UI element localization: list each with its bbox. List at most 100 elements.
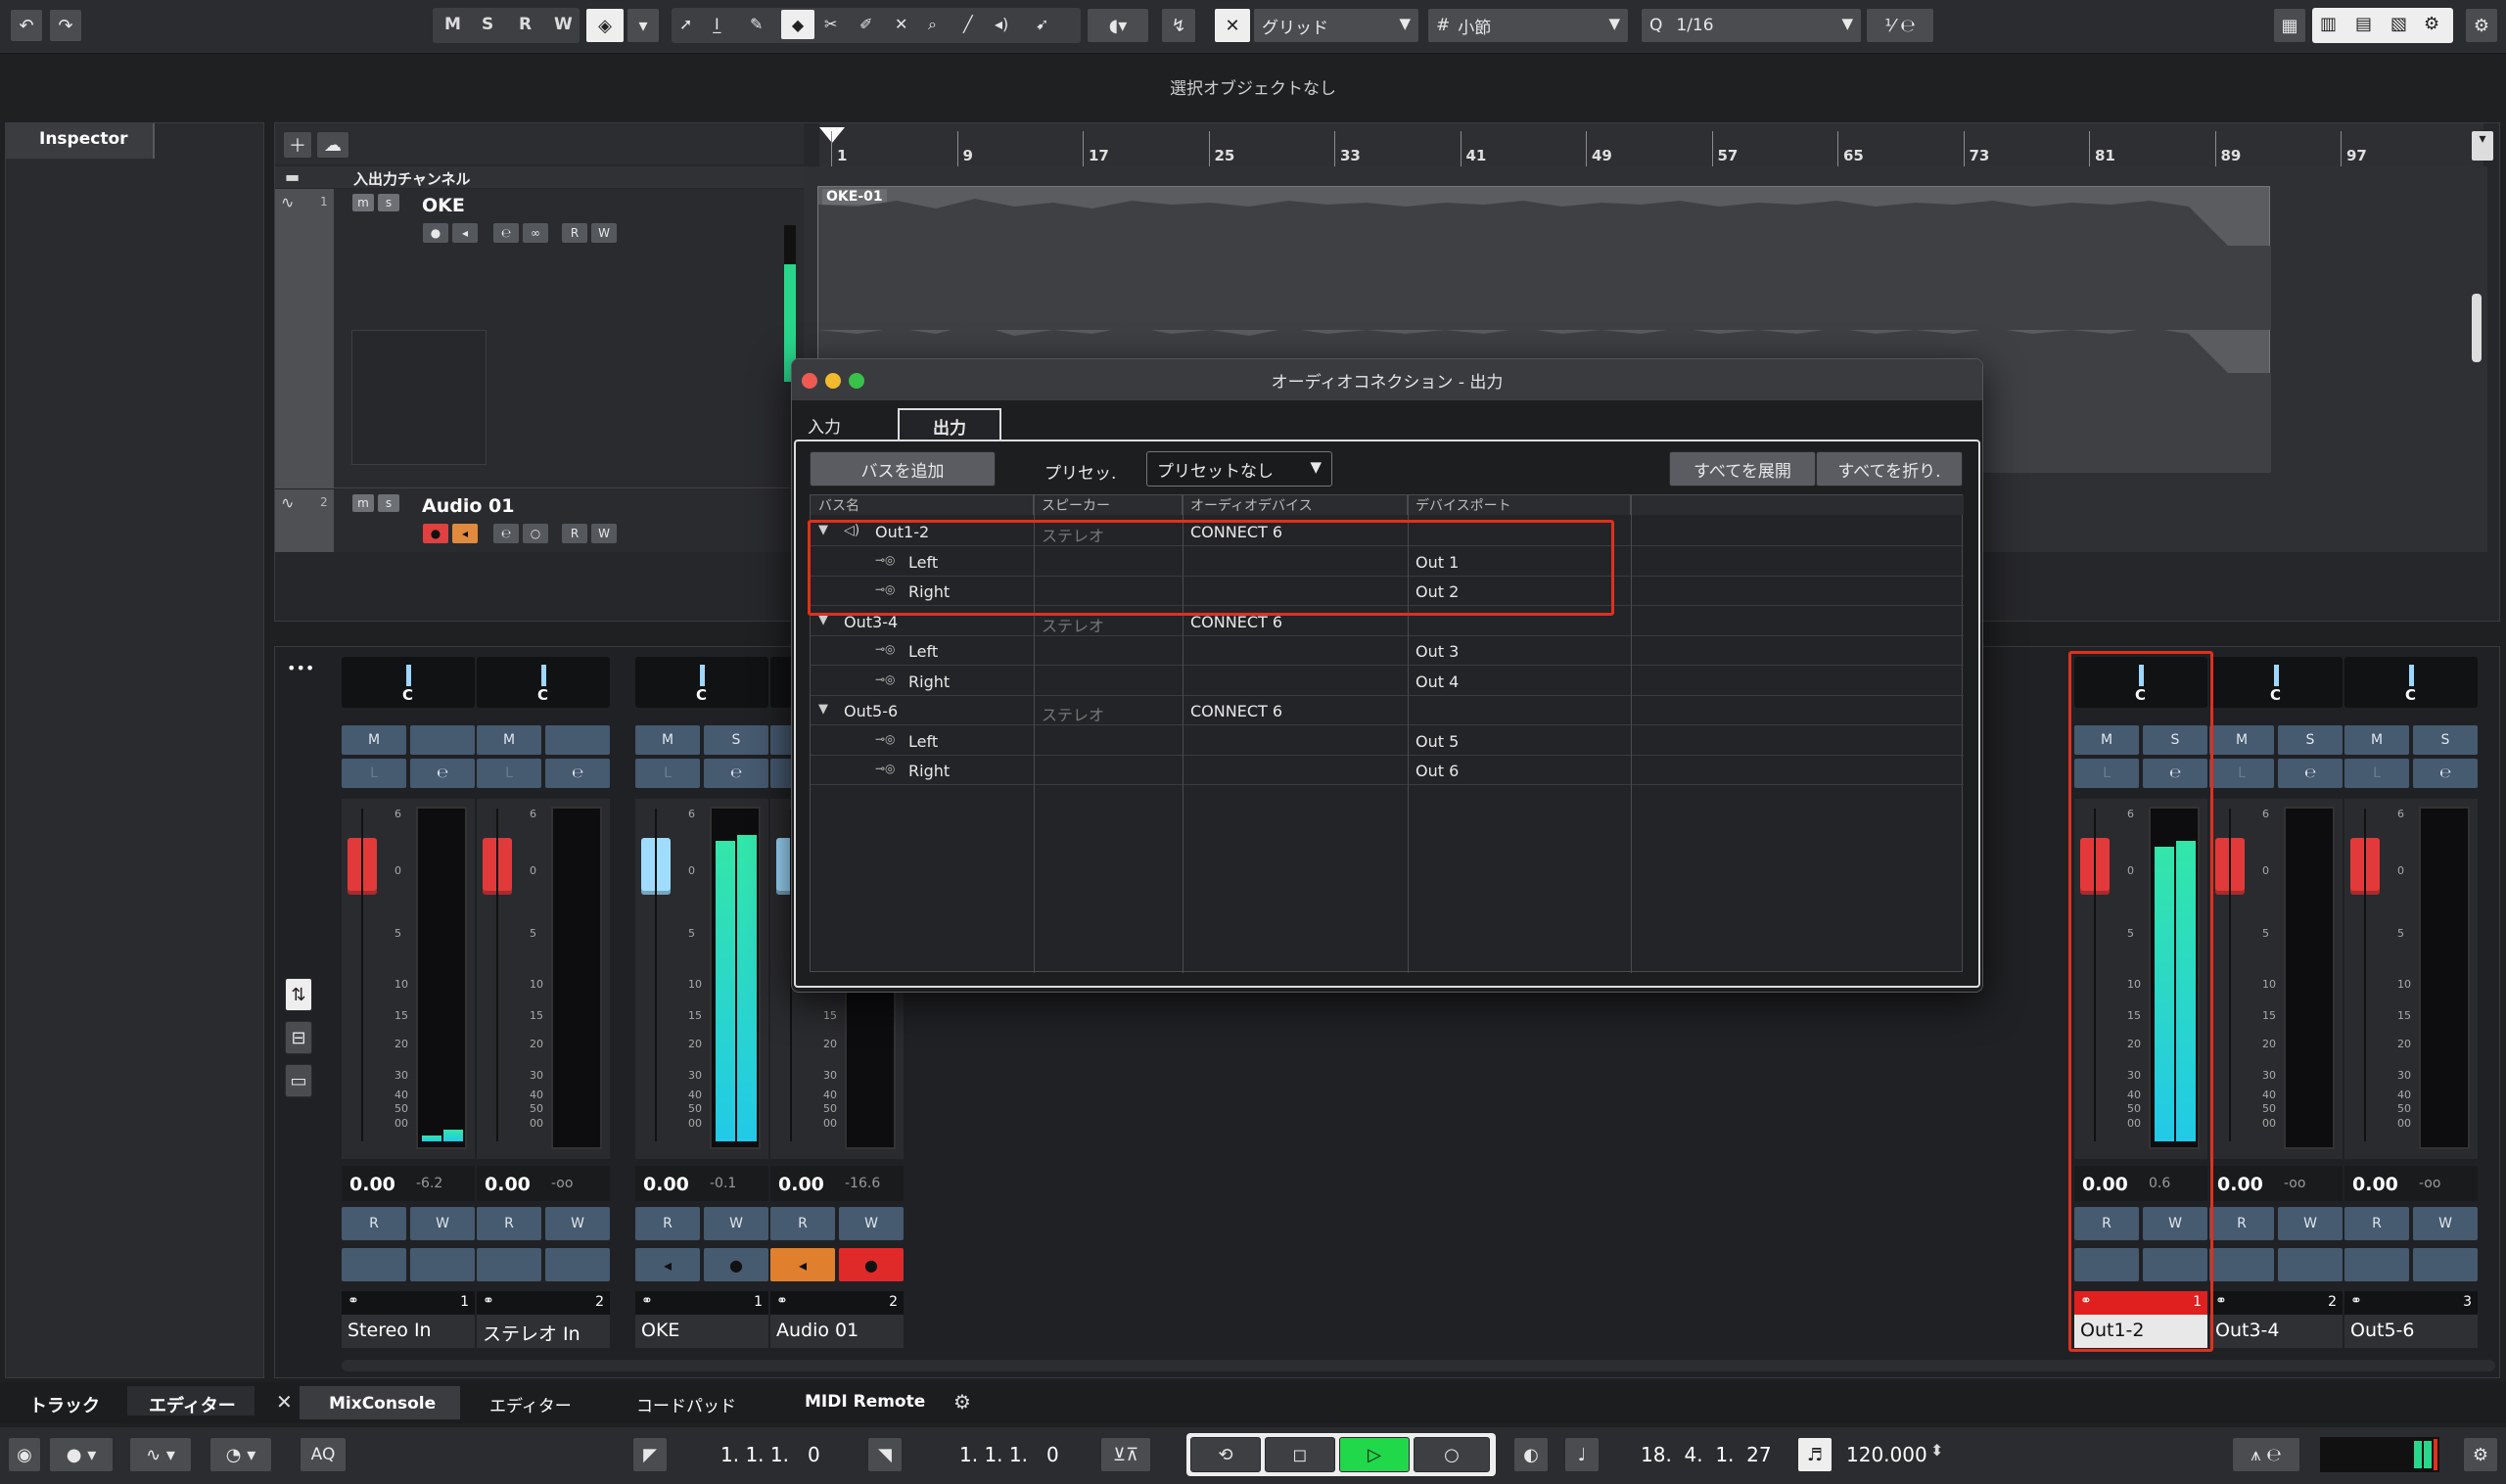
track-header-audio01[interactable]: ∿ 2 m s Audio 01 ● ◂ ℮ ○ R W — [275, 489, 804, 552]
tab-input[interactable]: 入力 — [796, 408, 853, 441]
volume-value[interactable]: 0.00 — [643, 1174, 689, 1195]
volume-value[interactable]: 0.00 — [2352, 1174, 2398, 1195]
channel-name[interactable]: Out3-4 — [2209, 1315, 2343, 1348]
peak-value[interactable]: -oo — [2284, 1176, 2305, 1191]
timeline-ruler[interactable]: 1 9 17 25 33 41 49 57 65 73 81 89 97 — [819, 123, 2483, 166]
write-button[interactable]: W — [590, 523, 618, 544]
bus-row[interactable]: ▼ Out3-4 ステレオ CONNECT 6 — [811, 607, 1964, 636]
mute-button[interactable]: M — [2074, 725, 2139, 755]
record-button[interactable]: ○ — [1414, 1437, 1490, 1472]
calendar-icon[interactable]: ▦ — [2273, 8, 2306, 43]
expand-triangle-icon[interactable]: ▼ — [818, 523, 828, 537]
metronome-icon[interactable]: ⩚ ℮ — [2232, 1437, 2300, 1472]
listen-button[interactable]: L — [2344, 759, 2409, 788]
zoom-tool-icon[interactable]: ⌕ — [928, 15, 937, 34]
edit-channel-icon[interactable]: ℮ — [545, 759, 610, 788]
glue-tool-icon[interactable]: ✐ — [859, 15, 872, 33]
zoom-button[interactable] — [849, 373, 864, 389]
mute-button[interactable]: M — [635, 725, 700, 755]
window-settings-icon[interactable]: ⚙ — [2424, 14, 2439, 34]
listen-button[interactable]: L — [2074, 759, 2139, 788]
mute-tool-icon[interactable]: ✕ — [895, 15, 907, 33]
pan-control[interactable]: C — [2209, 657, 2343, 708]
write-automation-button[interactable]: W — [2413, 1207, 2478, 1240]
sync-icon[interactable]: ◐ — [1513, 1437, 1549, 1472]
autoscroll-dropdown[interactable]: ▾ — [626, 8, 660, 43]
tempo-track-icon[interactable]: ♬ — [1797, 1437, 1833, 1472]
color-tool-icon[interactable]: ➹ — [1036, 15, 1048, 33]
channel-row[interactable]: ⊸◎ Right Out 4 — [811, 667, 1964, 696]
write-automation-button[interactable]: W — [704, 1207, 768, 1240]
channel-name[interactable]: Stereo In — [342, 1315, 475, 1348]
peak-value[interactable]: -16.6 — [845, 1176, 880, 1191]
solo-button[interactable]: S — [2278, 725, 2343, 755]
peak-value[interactable]: -oo — [2419, 1176, 2440, 1191]
left-locator-icon[interactable]: ◤ — [632, 1437, 668, 1472]
edit-channel-button[interactable]: ℮ — [492, 523, 520, 544]
solo-all-button[interactable]: S — [482, 15, 493, 34]
tab-chord-pads[interactable]: コードパッド — [636, 1392, 736, 1416]
solo-button[interactable]: S — [704, 725, 768, 755]
right-locator-icon[interactable]: ◥ — [867, 1437, 903, 1472]
record-enable-button[interactable] — [2278, 1248, 2343, 1281]
quantize-select[interactable]: Q 1/16 ▼ — [1641, 8, 1862, 43]
monitor-button[interactable] — [2074, 1248, 2139, 1281]
range-select-tool-icon[interactable]: I̲ — [715, 15, 719, 33]
grid-type-select[interactable]: # 小節 ▼ — [1427, 8, 1629, 43]
record-enable-button[interactable]: ● — [422, 222, 449, 244]
edit-channel-icon[interactable]: ℮ — [704, 759, 768, 788]
read-automation-button[interactable]: R — [2074, 1207, 2139, 1240]
play-button[interactable]: ▷ — [1339, 1437, 1410, 1472]
inspector-tab[interactable]: Inspector — [6, 123, 155, 159]
chat-tool-button[interactable]: ◖▾ — [1087, 8, 1149, 43]
folder-track-header[interactable]: ▬ 入出力チャンネル — [275, 166, 804, 188]
gear-icon[interactable]: ⚙ — [2465, 8, 2498, 43]
mute-button[interactable]: M — [342, 725, 406, 755]
monitor-button[interactable]: ◂ — [451, 222, 479, 244]
write-automation-button[interactable]: W — [839, 1207, 904, 1240]
volume-value[interactable]: 0.00 — [349, 1174, 395, 1195]
column-header-device-port[interactable]: デバイスポート — [1408, 495, 1631, 515]
cycle-button[interactable]: ⟲ — [1190, 1437, 1261, 1472]
write-automation-button[interactable]: W — [410, 1207, 475, 1240]
mute-button[interactable]: M — [477, 725, 541, 755]
redo-button[interactable]: ↷ — [49, 9, 82, 42]
right-zone-icon[interactable]: ▧ — [2390, 14, 2407, 34]
solo-button[interactable] — [410, 725, 475, 755]
solo-button[interactable]: s — [377, 193, 400, 212]
meter-view-icon[interactable]: ▭ — [285, 1064, 312, 1097]
column-header-bus-name[interactable]: バス名 — [811, 495, 1034, 515]
tab-editor-left[interactable]: エディター — [127, 1386, 255, 1416]
add-track-from-preset-button[interactable]: ☁ — [316, 131, 349, 159]
edit-channel-icon[interactable]: ℮ — [2143, 759, 2207, 788]
monitor-button[interactable] — [2344, 1248, 2409, 1281]
edit-channel-icon[interactable]: ℮ — [2278, 759, 2343, 788]
punch-icon[interactable]: ⊻⊼ — [1100, 1437, 1151, 1472]
close-icon[interactable]: ✕ — [276, 1390, 293, 1414]
record-enable-button[interactable] — [410, 1248, 475, 1281]
stop-button[interactable]: ◻ — [1265, 1437, 1335, 1472]
column-header-speaker[interactable]: スピーカー — [1034, 495, 1183, 515]
preset-select[interactable]: プリセットなし ▼ — [1146, 451, 1332, 487]
channel-row[interactable]: ⊸◎ Right Out 2 — [811, 577, 1964, 606]
collapse-all-button[interactable]: すべてを折り. — [1816, 451, 1963, 487]
edit-channel-button[interactable]: ℮ — [492, 222, 520, 244]
write-automation-button[interactable]: W — [545, 1207, 610, 1240]
undo-button[interactable]: ↶ — [10, 9, 43, 42]
read-automation-button[interactable]: R — [477, 1207, 541, 1240]
position-display[interactable]: 18. 4. 1. 27 — [1641, 1443, 1772, 1466]
gear-icon[interactable]: ⚙ — [953, 1390, 971, 1414]
peak-value[interactable]: 0.6 — [2149, 1176, 2170, 1191]
read-automation-button[interactable]: R — [635, 1207, 700, 1240]
write-all-button[interactable]: W — [554, 15, 573, 34]
lower-zone-icon[interactable]: ▤ — [2355, 14, 2372, 34]
read-automation-button[interactable]: R — [342, 1207, 406, 1240]
channel-row[interactable]: ⊸◎ Left Out 1 — [811, 547, 1964, 577]
tab-editor[interactable]: エディター — [489, 1392, 572, 1416]
peak-value[interactable]: -6.2 — [416, 1176, 442, 1191]
listen-button[interactable]: L — [477, 759, 541, 788]
pencil-tool-icon[interactable]: ✎ — [750, 15, 763, 33]
mute-all-button[interactable]: M — [444, 15, 461, 34]
expand-all-button[interactable]: すべてを展開 — [1669, 451, 1816, 487]
channel-row[interactable]: ⊸◎ Right Out 6 — [811, 756, 1964, 785]
